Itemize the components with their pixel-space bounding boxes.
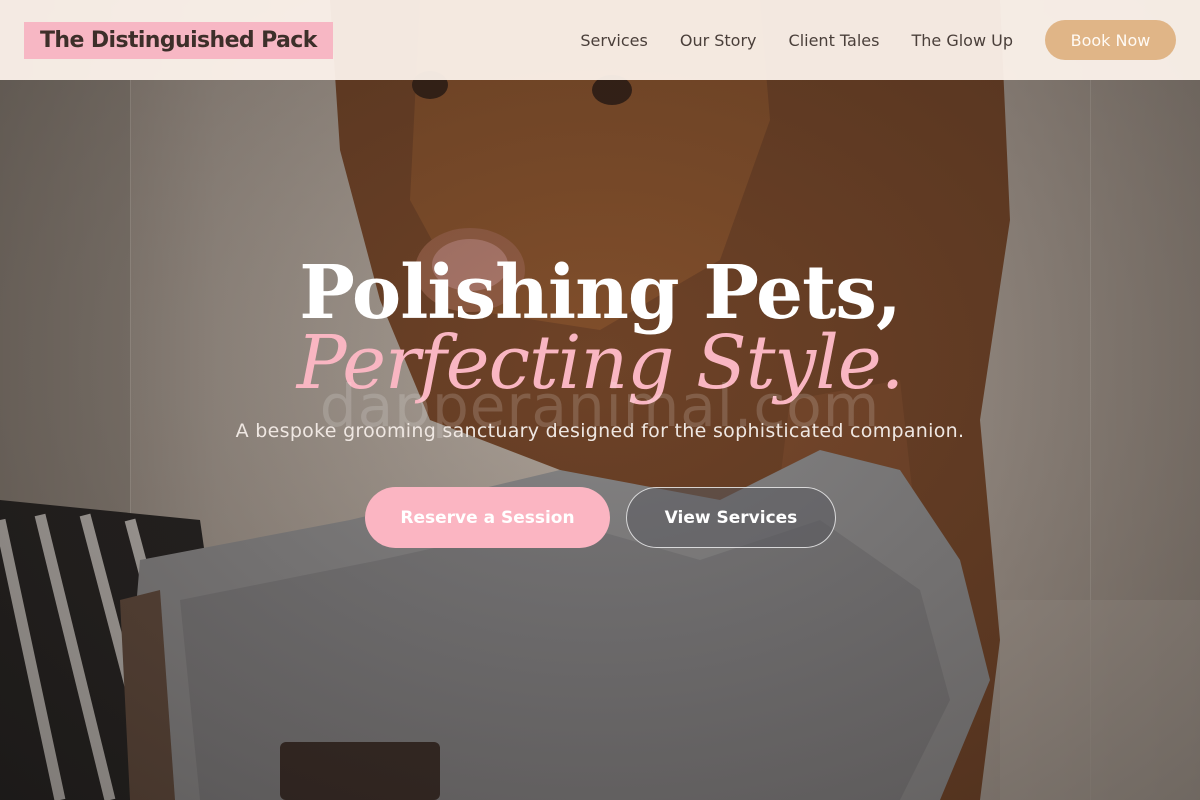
book-now-button[interactable]: Book Now <box>1045 20 1176 60</box>
nav-link-the-glow-up[interactable]: The Glow Up <box>911 31 1013 50</box>
reserve-session-button[interactable]: Reserve a Session <box>365 487 610 548</box>
nav-link-services[interactable]: Services <box>580 31 647 50</box>
view-services-button[interactable]: View Services <box>626 487 836 548</box>
navbar: The Distinguished Pack Services Our Stor… <box>0 0 1200 80</box>
hero-tagline: A bespoke grooming sanctuary designed fo… <box>235 420 965 442</box>
nav-link-our-story[interactable]: Our Story <box>680 31 757 50</box>
nav-link-client-tales[interactable]: Client Tales <box>789 31 880 50</box>
nav-links: Services Our Story Client Tales The Glow… <box>548 20 1176 60</box>
brand-logo[interactable]: The Distinguished Pack <box>24 21 333 59</box>
